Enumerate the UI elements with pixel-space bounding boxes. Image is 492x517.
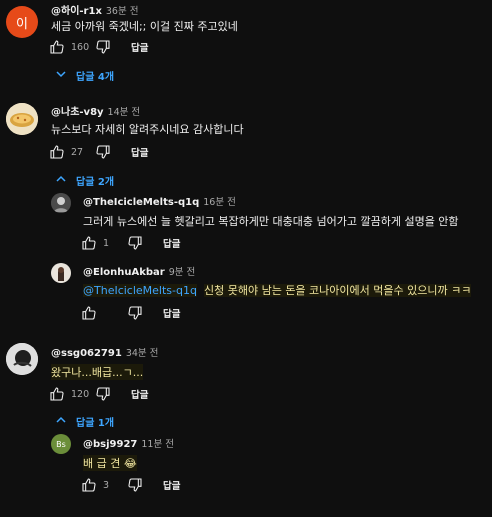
comment-text: 세금 아까워 죽겠네;; 이걸 진짜 주고있네 xyxy=(51,20,238,33)
chevron-up-icon xyxy=(56,416,76,427)
like-count: 120 xyxy=(71,388,90,400)
thumb-down-icon[interactable] xyxy=(95,144,111,160)
thumb-up-icon[interactable] xyxy=(81,305,97,321)
reply-text: @TheIcicleMelts-q1q 신청 못해야 남는 돈을 코나아이에서 … xyxy=(83,282,472,298)
reply-button[interactable]: 답글 xyxy=(163,236,180,250)
comment-time[interactable]: 14분 전 xyxy=(108,107,141,118)
thumb-down-icon[interactable] xyxy=(127,477,143,493)
comment-author[interactable]: @ssg062791 34분 전 xyxy=(51,345,158,359)
reply-button[interactable]: 답글 xyxy=(163,478,180,492)
mention-link[interactable]: @TheIcicleMelts-q1q xyxy=(83,284,197,297)
author-name[interactable]: @ElonhuAkbar xyxy=(83,267,165,278)
replies-toggle[interactable]: 답글 1개 xyxy=(56,414,114,429)
thumb-down-icon[interactable] xyxy=(95,386,111,402)
author-name[interactable]: @나초-v8y xyxy=(51,107,104,118)
reply-actions: 1 답글 xyxy=(81,234,180,252)
reply-button[interactable]: 답글 xyxy=(131,145,148,159)
thumb-up-icon[interactable] xyxy=(49,386,65,402)
thumb-up-icon[interactable] xyxy=(81,477,97,493)
thumb-down-icon[interactable] xyxy=(127,235,143,251)
avatar[interactable] xyxy=(51,193,71,213)
reply-body: 신청 못해야 남는 돈을 코나아이에서 먹을수 있으니까 ㅋㅋ xyxy=(203,284,472,297)
author-name[interactable]: @하이-r1x xyxy=(51,6,102,17)
comment-author[interactable]: @하이-r1x 36분 전 xyxy=(51,2,138,17)
chevron-up-icon xyxy=(56,175,76,186)
reply-time[interactable]: 11분 전 xyxy=(141,439,174,450)
laughing-emoji-icon: 😂 xyxy=(123,457,137,470)
comment-text: 뉴스보다 자세히 알려주시네요 감사합니다 xyxy=(51,123,244,136)
reply-author[interactable]: @TheIcicleMelts-q1q 16분 전 xyxy=(83,194,236,208)
reply-time[interactable]: 9분 전 xyxy=(169,267,196,278)
avatar-image xyxy=(6,103,38,135)
author-name[interactable]: @bsj9927 xyxy=(83,439,137,450)
avatar[interactable]: Bs xyxy=(51,434,71,454)
replies-toggle[interactable]: 답글 4개 xyxy=(56,68,114,83)
chevron-down-icon xyxy=(56,70,76,81)
replies-toggle[interactable]: 답글 2개 xyxy=(56,173,114,188)
thumb-down-icon[interactable] xyxy=(127,305,143,321)
avatar[interactable] xyxy=(6,343,38,375)
like-count: 160 xyxy=(71,41,90,53)
comment-time[interactable]: 34분 전 xyxy=(126,348,159,359)
like-count: 1 xyxy=(103,237,110,249)
like-count: 27 xyxy=(71,146,84,158)
thumb-up-icon[interactable] xyxy=(49,39,65,55)
reply-time[interactable]: 16분 전 xyxy=(203,197,236,208)
author-name[interactable]: @ssg062791 xyxy=(51,348,122,359)
author-name[interactable]: @TheIcicleMelts-q1q xyxy=(83,197,199,208)
like-count: 3 xyxy=(103,479,110,491)
avatar-image xyxy=(6,343,38,375)
avatar[interactable] xyxy=(51,263,71,283)
avatar[interactable]: 이 xyxy=(6,6,38,38)
thumb-down-icon[interactable] xyxy=(95,39,111,55)
reply-button[interactable]: 답글 xyxy=(163,306,180,320)
comment-text: 왔구나...배급...ㄱ... xyxy=(51,364,144,380)
comment-actions: 120 답글 xyxy=(49,385,148,403)
replies-toggle-label: 답글 1개 xyxy=(76,418,115,429)
reply-button[interactable]: 답글 xyxy=(131,40,148,54)
comment-actions: 27 답글 xyxy=(49,143,148,161)
reply-author[interactable]: @bsj9927 11분 전 xyxy=(83,436,174,450)
comment-time[interactable]: 36분 전 xyxy=(106,6,139,17)
reply-body: 배 급 견 xyxy=(83,457,121,470)
comment-actions: 160 답글 xyxy=(49,38,148,56)
avatar-image xyxy=(51,193,71,213)
avatar[interactable] xyxy=(6,103,38,135)
reply-text: 배 급 견 😂 xyxy=(83,455,137,471)
reply-text: 그러게 뉴스에선 늘 헷갈리고 복잡하게만 대충대충 넘어가고 깔끔하게 설명을… xyxy=(83,215,459,228)
thumb-up-icon[interactable] xyxy=(81,235,97,251)
comment-author[interactable]: @나초-v8y 14분 전 xyxy=(51,103,140,118)
avatar-letter: Bs xyxy=(56,439,66,449)
reply-actions: 3 답글 xyxy=(81,476,180,494)
replies-toggle-label: 답글 2개 xyxy=(76,177,115,188)
reply-actions: 답글 xyxy=(81,304,180,322)
avatar-image xyxy=(51,263,71,283)
reply-author[interactable]: @ElonhuAkbar 9분 전 xyxy=(83,264,195,278)
avatar-letter: 이 xyxy=(16,16,28,32)
thumb-up-icon[interactable] xyxy=(49,144,65,160)
reply-button[interactable]: 답글 xyxy=(131,387,148,401)
replies-toggle-label: 답글 4개 xyxy=(76,72,115,83)
